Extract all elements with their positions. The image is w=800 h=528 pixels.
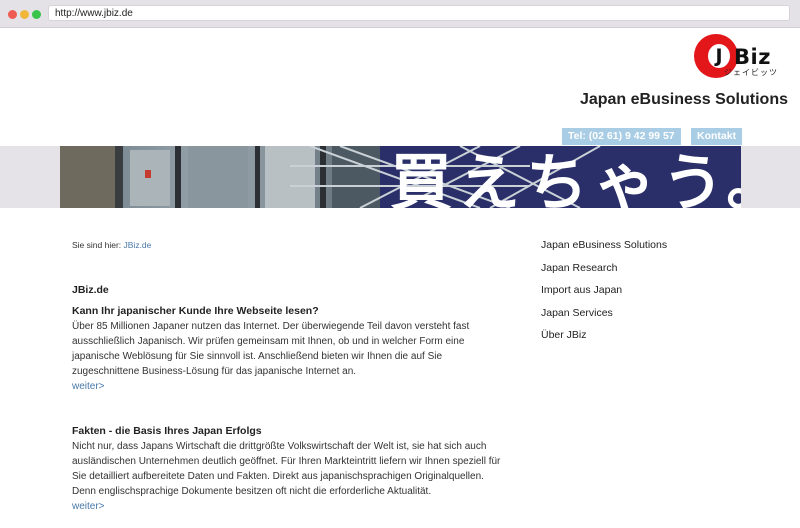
read-more-link[interactable]: weiter> <box>72 499 502 514</box>
logo-text: Biz <box>734 45 771 69</box>
banner-kana: 買えちゃう。 <box>390 146 741 208</box>
jbiz-logo[interactable]: J Biz ジェイビッツ <box>694 33 790 79</box>
window-maximize-button[interactable] <box>32 10 41 19</box>
section-body: Über 85 Millionen Japaner nutzen das Int… <box>72 321 470 377</box>
sidebar-item-japan-services[interactable]: Japan Services <box>541 306 741 329</box>
window-minimize-button[interactable] <box>20 10 29 19</box>
browser-toolbar: http://www.jbiz.de <box>0 0 800 28</box>
logo-kana: ジェイビッツ <box>724 68 778 77</box>
sidebar-item-ueber-jbiz[interactable]: Über JBiz <box>541 328 741 351</box>
site-title: Japan eBusiness Solutions <box>579 91 788 108</box>
phone-badge[interactable]: Tel: (02 61) 9 42 99 57 <box>562 128 681 145</box>
content-section: Kann Ihr japanischer Kunde Ihre Webseite… <box>72 304 502 394</box>
main-content: JBiz.de Kann Ihr japanischer Kunde Ihre … <box>72 283 502 514</box>
header-banner-image: 買えちゃう。 <box>60 146 741 208</box>
sidebar-item-japan-research[interactable]: Japan Research <box>541 261 741 284</box>
breadcrumb-label: Sie sind hier: <box>72 240 122 250</box>
address-bar[interactable]: http://www.jbiz.de <box>48 5 790 21</box>
section-title: Kann Ihr japanischer Kunde Ihre Webseite… <box>72 305 319 317</box>
breadcrumb-link-home[interactable]: JBiz.de <box>124 240 152 250</box>
window-close-button[interactable] <box>8 10 17 19</box>
read-more-link[interactable]: weiter> <box>72 379 502 394</box>
sidebar-nav: Japan eBusiness Solutions Japan Research… <box>541 238 741 351</box>
content-section: Fakten - die Basis Ihres Japan Erfolgs N… <box>72 424 502 514</box>
sidebar-item-japan-ebusiness-solutions[interactable]: Japan eBusiness Solutions <box>541 238 741 261</box>
section-body: Nicht nur, dass Japans Wirtschaft die dr… <box>72 441 501 497</box>
contact-link[interactable]: Kontakt <box>691 128 743 145</box>
logo-letter: J <box>708 44 730 68</box>
breadcrumb: Sie sind hier: JBiz.de <box>72 240 151 250</box>
page-heading: JBiz.de <box>72 284 109 296</box>
sidebar-item-import-aus-japan[interactable]: Import aus Japan <box>541 283 741 306</box>
section-title: Fakten - die Basis Ihres Japan Erfolgs <box>72 425 262 437</box>
